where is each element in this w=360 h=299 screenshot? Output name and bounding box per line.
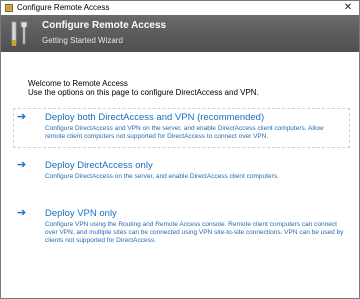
close-button[interactable]: ✕ (340, 1, 356, 15)
option-description: Configure VPN using the Routing and Remo… (45, 221, 344, 244)
arrow-right-icon: ➔ (17, 159, 27, 171)
app-icon (5, 4, 13, 12)
intro-description: Use the options on this page to configur… (28, 88, 259, 97)
wizard-tools-icon (11, 21, 28, 46)
header-title: Configure Remote Access (42, 20, 167, 31)
window-title: Configure Remote Access (17, 3, 110, 12)
title-bar[interactable]: Configure Remote Access ✕ (1, 1, 359, 15)
option-title[interactable]: Deploy both DirectAccess and VPN (recomm… (45, 112, 264, 123)
arrow-right-icon: ➔ (17, 207, 27, 219)
option-title[interactable]: Deploy VPN only (45, 208, 117, 219)
option-description: Configure DirectAccess and VPN on the se… (45, 125, 324, 140)
arrow-right-icon: ➔ (17, 111, 27, 123)
header-subtitle: Getting Started Wizard (42, 36, 123, 45)
configure-remote-access-window: Configure Remote Access ✕ Configure Remo… (0, 0, 360, 299)
intro-text: Welcome to Remote Access Use the options… (28, 79, 259, 97)
option-description: Configure DirectAccess on the server, an… (45, 173, 279, 180)
option-title[interactable]: Deploy DirectAccess only (45, 160, 153, 171)
wizard-header: Configure Remote Access Getting Started … (1, 15, 359, 52)
intro-heading: Welcome to Remote Access (28, 79, 128, 88)
wizard-body: Welcome to Remote Access Use the options… (1, 52, 359, 298)
